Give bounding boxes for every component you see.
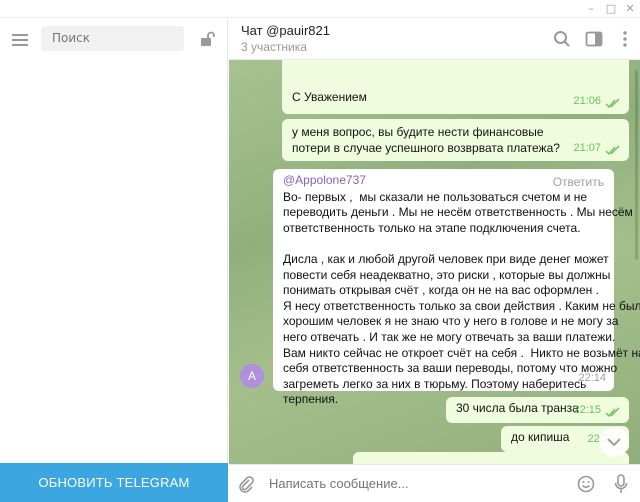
message-line: переводить деньги . Мы не несём ответств… bbox=[283, 205, 633, 220]
incoming-message[interactable]: @Appolone737 Ответить Во- первых , мы ск… bbox=[273, 169, 640, 406]
message-line: повести себя неадекватно, это риски , ко… bbox=[283, 267, 611, 282]
message-time: 21:06 bbox=[573, 95, 601, 108]
emoji-icon[interactable] bbox=[577, 475, 595, 493]
sidebar: ОБНОВИТЬ TELEGRAM bbox=[0, 18, 228, 502]
menu-icon[interactable] bbox=[12, 34, 28, 46]
minimize-icon[interactable]: – bbox=[584, 2, 598, 16]
more-options-icon[interactable] bbox=[616, 30, 634, 48]
chat-members-count[interactable]: 3 участника bbox=[241, 40, 307, 54]
message-line: Я несу ответственность только за свои де… bbox=[283, 298, 640, 313]
message-text: Во- первых , мы сказали не пользоваться … bbox=[283, 189, 640, 408]
reply-button[interactable]: Ответить bbox=[553, 175, 604, 191]
window-titlebar: – □ ✕ bbox=[0, 0, 640, 18]
paperclip-icon[interactable] bbox=[237, 475, 255, 493]
lock-icon[interactable] bbox=[199, 31, 215, 47]
message-text: С Уважением bbox=[292, 90, 367, 104]
message-line: Во- первых , мы сказали не пользоваться … bbox=[283, 189, 588, 204]
message-time: 21:07 bbox=[573, 142, 601, 155]
outgoing-message[interactable]: С Уважением 21:06 bbox=[282, 60, 629, 114]
scroll-down-button[interactable] bbox=[599, 427, 629, 457]
message-line: хорошим человек я не знаю что у него в г… bbox=[283, 314, 619, 329]
history-scrollbar[interactable] bbox=[635, 70, 638, 260]
message-input[interactable] bbox=[269, 473, 559, 495]
outgoing-message[interactable]: у меня вопрос, вы будите нести финансовы… bbox=[282, 119, 629, 161]
microphone-icon[interactable] bbox=[613, 474, 629, 494]
maximize-icon[interactable]: □ bbox=[604, 2, 618, 16]
chat-title[interactable]: Чат @pauir821 bbox=[241, 23, 330, 38]
read-ticks-icon bbox=[605, 145, 620, 156]
close-icon[interactable]: ✕ bbox=[623, 2, 637, 16]
message-time: 22:14 bbox=[578, 372, 606, 385]
chat-header: Чат @pauir821 3 участника bbox=[229, 18, 640, 60]
message-line: Дисла , как и любой другой человек при в… bbox=[283, 251, 609, 266]
message-history[interactable]: С Уважением 21:06 у меня вопрос, вы буди… bbox=[229, 60, 640, 464]
avatar[interactable]: A bbox=[240, 364, 264, 388]
outgoing-message[interactable]: 30 числа была транза 22:15 bbox=[446, 397, 629, 423]
chat-panel: Чат @pauir821 3 участника С Уважением 21… bbox=[229, 18, 640, 502]
read-ticks-icon bbox=[605, 98, 620, 109]
message-time: 22:15 bbox=[573, 404, 601, 417]
message-line: понимать открывая счёт , когда он не на … bbox=[283, 283, 599, 298]
search-icon[interactable] bbox=[553, 30, 571, 48]
sidebar-toggle-icon[interactable] bbox=[585, 30, 603, 48]
message-composer bbox=[229, 464, 640, 502]
message-line: загреметь легко за них в тюрьму. Поэтому… bbox=[283, 376, 587, 391]
message-line: себя ответственность за ваши переводы, п… bbox=[283, 361, 618, 376]
search-input[interactable] bbox=[41, 26, 184, 51]
update-telegram-button[interactable]: ОБНОВИТЬ TELEGRAM bbox=[0, 463, 228, 502]
message-line bbox=[283, 236, 604, 252]
message-line: Вам никто сейчас не откроет счёт на себя… bbox=[283, 345, 640, 360]
message-line: него отвечать . И так же не могу отвечат… bbox=[283, 329, 616, 344]
chevron-down-icon bbox=[607, 438, 621, 447]
message-text: у меня вопрос, вы будите нести финансовы… bbox=[292, 125, 560, 155]
read-ticks-icon bbox=[605, 407, 620, 418]
outgoing-message[interactable] bbox=[353, 452, 629, 464]
message-line: ответственность только на этапе подключе… bbox=[283, 220, 581, 235]
